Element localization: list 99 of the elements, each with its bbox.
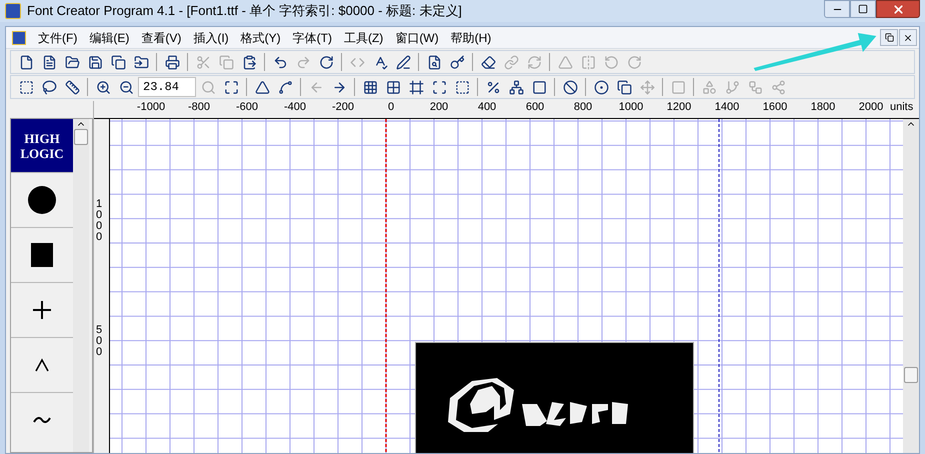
plus-icon xyxy=(32,300,52,320)
ruler-label: -800 xyxy=(188,101,210,114)
lasso-icon xyxy=(42,80,56,94)
tilde-icon xyxy=(33,416,51,424)
restore-button[interactable] xyxy=(880,29,898,46)
ruler-label: 200 xyxy=(430,101,448,114)
ruler-label: 400 xyxy=(478,101,496,114)
pen-icon xyxy=(396,54,410,70)
restore-icon xyxy=(884,33,894,42)
link-icon xyxy=(504,54,518,70)
preview-icon xyxy=(426,54,442,70)
select-icon xyxy=(18,80,34,94)
ruler-label: 0 xyxy=(388,101,394,114)
overlap-icon xyxy=(616,80,632,94)
triangle-icon xyxy=(254,80,270,94)
ruler-label: -200 xyxy=(332,101,354,114)
grid-icon xyxy=(362,80,378,94)
zoom-in-icon xyxy=(96,80,110,94)
menu-item[interactable]: 格式(Y) xyxy=(234,27,287,48)
menu-item[interactable]: 工具(Z) xyxy=(338,27,390,48)
logo-text: HIGH LOGIC xyxy=(19,130,65,160)
print-icon xyxy=(164,54,180,70)
close-icon xyxy=(903,32,913,42)
close-button[interactable] xyxy=(899,29,917,46)
frame-icon xyxy=(408,80,424,94)
ruler-label: 1800 xyxy=(810,101,836,114)
export-icon xyxy=(134,54,148,70)
prohibited-icon xyxy=(562,80,578,94)
zoom-field[interactable]: 23.84 xyxy=(138,77,196,97)
zoom-out-icon xyxy=(118,80,134,94)
workflow-icon xyxy=(748,80,762,94)
menu-item[interactable]: 文件(F) xyxy=(32,27,84,48)
maximize-button[interactable] xyxy=(850,0,876,18)
undo-icon xyxy=(272,54,288,70)
ruler-label: -1000 xyxy=(136,101,166,114)
square-icon xyxy=(31,243,53,267)
eraser-icon xyxy=(480,54,496,70)
target-icon xyxy=(594,80,608,94)
menu-item[interactable]: 字体(T) xyxy=(286,27,338,48)
close-button[interactable] xyxy=(876,0,920,18)
square-icon xyxy=(670,80,686,94)
cut-icon xyxy=(196,54,210,70)
network-icon xyxy=(508,80,524,94)
menu-item[interactable]: 窗口(W) xyxy=(389,27,445,48)
grid-icon xyxy=(386,80,400,94)
ruler-label: 1000 xyxy=(96,199,104,243)
app-icon xyxy=(5,3,21,19)
rotate-right-icon xyxy=(626,54,642,70)
redo-icon xyxy=(296,54,310,70)
caret-icon xyxy=(35,358,49,372)
window-title: Font Creator Program 4.1 - [Font1.ttf - 单个 字符索引: $0000 - 标题: 未定义] xyxy=(27,2,462,20)
ruler-label: -600 xyxy=(236,101,258,114)
flip-icon xyxy=(580,54,596,70)
move-icon xyxy=(640,80,654,94)
ruler-label: -400 xyxy=(284,101,306,114)
scroll-thumb[interactable] xyxy=(74,129,88,145)
refresh-icon xyxy=(318,54,334,70)
new-file-icon xyxy=(18,54,34,70)
shapes-icon xyxy=(702,80,716,94)
rotate-icon xyxy=(526,54,542,70)
ruler-label: 800 xyxy=(574,101,592,114)
ruler-unit: units xyxy=(890,101,914,114)
scrollbar[interactable] xyxy=(73,119,89,452)
ruler-label: 1200 xyxy=(666,101,692,114)
menu-item[interactable]: 插入(I) xyxy=(187,27,235,48)
maximize-icon xyxy=(858,4,868,14)
scan-icon xyxy=(432,80,446,94)
save-all-icon xyxy=(110,54,126,70)
key-icon xyxy=(450,54,464,70)
copy-icon xyxy=(218,54,234,70)
menu-item[interactable]: 查看(V) xyxy=(135,27,188,48)
ruler-label: 1000 xyxy=(618,101,644,114)
save-icon xyxy=(88,54,102,70)
share-icon xyxy=(770,80,786,94)
measure-icon xyxy=(64,80,80,94)
search-icon xyxy=(200,80,216,94)
scroll-thumb[interactable] xyxy=(904,367,918,383)
open-file-icon xyxy=(42,54,56,70)
menu-item[interactable]: 帮助(H) xyxy=(444,27,498,48)
ruler-label: 1400 xyxy=(714,101,740,114)
document-icon xyxy=(12,30,26,44)
branch-icon xyxy=(724,80,740,94)
paste-icon xyxy=(242,54,256,70)
dashed-square-icon xyxy=(454,80,470,94)
folder-icon xyxy=(64,54,80,70)
node-icon xyxy=(278,80,292,94)
close-icon xyxy=(892,2,904,16)
scrollbar[interactable] xyxy=(903,119,919,453)
rotate-left-icon xyxy=(604,54,618,70)
ruler-label: 2000 xyxy=(858,101,884,114)
fit-icon xyxy=(224,80,238,94)
percent-icon xyxy=(486,80,500,94)
triangle-icon xyxy=(558,54,572,70)
ruler-label: 500 xyxy=(96,325,104,358)
menu-item[interactable]: 编辑(E) xyxy=(83,27,136,48)
ruler-label: 1600 xyxy=(762,101,788,114)
square-icon xyxy=(532,80,546,94)
arrow-right-icon xyxy=(332,80,346,94)
ruler-label: 600 xyxy=(526,101,544,114)
